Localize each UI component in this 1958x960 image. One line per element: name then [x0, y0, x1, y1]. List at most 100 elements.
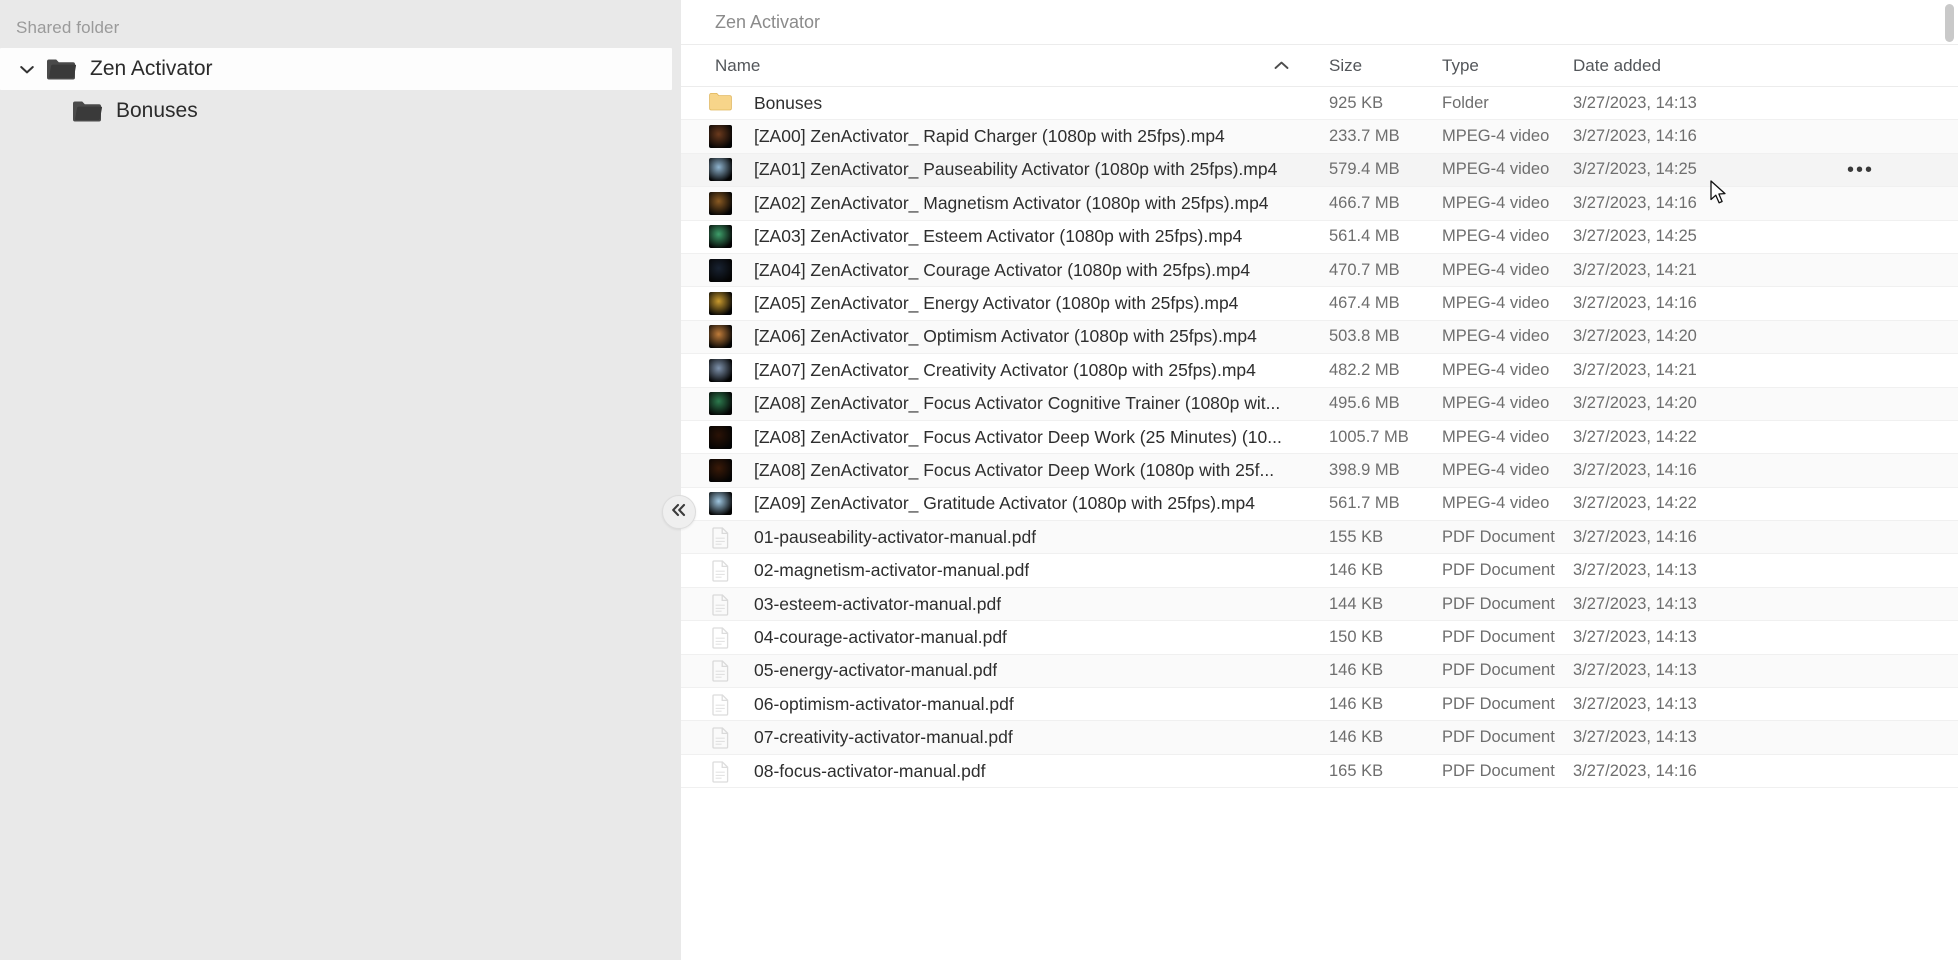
table-row[interactable]: 06-optimism-activator-manual.pdf 146 KB PD…	[681, 688, 1958, 722]
cell-name: 08-focus-activator-manual.pdf	[681, 760, 1329, 783]
table-row[interactable]: 08-focus-activator-manual.pdf 165 KB PDF D…	[681, 754, 1958, 789]
video-thumbnail	[709, 492, 732, 516]
table-row[interactable]: [ZA07] ZenActivator_ Creativity Activato…	[681, 354, 1958, 388]
table-row[interactable]: [ZA09] ZenActivator_ Gratitude Activator…	[681, 487, 1958, 522]
table-row[interactable]: [ZA01] ZenActivator_ Pauseability Activa…	[681, 153, 1958, 188]
table-row[interactable]: [ZA05] ZenActivator_ Energy Activator (1…	[681, 287, 1958, 321]
cell-date: 3/27/2023, 14:13	[1573, 561, 1697, 580]
table-row[interactable]: 01-pauseability-activator-manual.pdf 155 …	[681, 521, 1958, 555]
cell-date: 3/27/2023, 14:16	[1573, 761, 1697, 780]
table-row[interactable]: 02-magnetism-activator-manual.pdf 146 KB P…	[681, 554, 1958, 588]
row-actions: •••	[1823, 699, 1958, 709]
table-row[interactable]: [ZA08] ZenActivator_ Focus Activator Dee…	[681, 420, 1958, 455]
cell-size: 146 KB	[1329, 728, 1384, 747]
table-row[interactable]: [ZA08] ZenActivator_ Focus Activator Dee…	[681, 454, 1958, 488]
file-name: Bonuses	[754, 92, 823, 113]
file-name: [ZA08] ZenActivator_ Focus Activator Dee…	[754, 426, 1282, 447]
file-name: [ZA04] ZenActivator_ Courage Activator (…	[754, 259, 1251, 280]
video-thumbnail	[709, 425, 732, 449]
pdf-file-icon	[709, 526, 732, 549]
table-row[interactable]: [ZA06] ZenActivator_ Optimism Activator …	[681, 320, 1958, 355]
cell-name: 02-magnetism-activator-manual.pdf	[681, 559, 1329, 582]
table-row[interactable]: [ZA04] ZenActivator_ Courage Activator (…	[681, 253, 1958, 288]
cell-size: 146 KB	[1329, 694, 1384, 713]
cell-name: 04-courage-activator-manual.pdf	[681, 626, 1329, 649]
row-actions: •••	[1823, 532, 1958, 542]
file-name: 06-optimism-activator-manual.pdf	[754, 693, 1014, 714]
main-panel: Zen Activator Name Size Type Date added …	[681, 0, 1958, 960]
chevron-down-icon[interactable]	[14, 56, 40, 82]
row-actions: •••	[1823, 265, 1958, 275]
cell-type: MPEG-4 video	[1442, 260, 1550, 279]
cell-type: PDF Document	[1442, 661, 1555, 680]
cell-size: 467.4 MB	[1329, 294, 1400, 313]
cell-type: MPEG-4 video	[1442, 360, 1550, 379]
file-name: [ZA05] ZenActivator_ Energy Activator (1…	[754, 293, 1239, 314]
cell-name: [ZA08] ZenActivator_ Focus Activator Cog…	[681, 392, 1329, 416]
cell-size: 561.4 MB	[1329, 227, 1400, 246]
cell-name: [ZA08] ZenActivator_ Focus Activator Dee…	[681, 458, 1329, 482]
row-actions: •••	[1823, 299, 1958, 309]
table-row[interactable]: [ZA00] ZenActivator_ Rapid Charger (1080…	[681, 120, 1958, 154]
cell-size: 146 KB	[1329, 661, 1384, 680]
folder-icon	[46, 57, 76, 81]
row-actions: •••	[1823, 432, 1958, 442]
breadcrumb-current[interactable]: Zen Activator	[715, 12, 820, 33]
column-header-name[interactable]: Name	[681, 56, 1273, 76]
pdf-file-icon	[709, 593, 732, 616]
table-row[interactable]: 04-courage-activator-manual.pdf 150 KB PDF…	[681, 621, 1958, 655]
cell-date: 3/27/2023, 14:22	[1573, 494, 1697, 513]
file-name: 03-esteem-activator-manual.pdf	[754, 593, 1002, 614]
cell-name: Bonuses	[681, 92, 1329, 115]
cell-name: [ZA01] ZenActivator_ Pauseability Activa…	[681, 158, 1329, 182]
table-row[interactable]: [ZA03] ZenActivator_ Esteem Activator (1…	[681, 220, 1958, 254]
vertical-scrollbar-thumb[interactable]	[1945, 4, 1954, 42]
table-row[interactable]: Bonuses 925 KB Folder 3/27/2023, 14:13 •••	[681, 87, 1958, 121]
cell-type: MPEG-4 video	[1442, 127, 1550, 146]
cell-date: 3/27/2023, 14:25	[1573, 227, 1697, 246]
table-row[interactable]: [ZA08] ZenActivator_ Focus Activator Cog…	[681, 387, 1958, 421]
file-name: [ZA07] ZenActivator_ Creativity Activato…	[754, 359, 1256, 380]
cell-name: [ZA04] ZenActivator_ Courage Activator (…	[681, 258, 1329, 282]
sidebar-item-label: Zen Activator	[90, 57, 213, 80]
sort-indicator[interactable]	[1273, 56, 1329, 76]
cell-type: PDF Document	[1442, 594, 1555, 613]
cell-type: MPEG-4 video	[1442, 394, 1550, 413]
cell-type: PDF Document	[1442, 527, 1555, 546]
cell-size: 1005.7 MB	[1329, 427, 1409, 446]
column-header-type[interactable]: Type	[1442, 56, 1573, 76]
cell-date: 3/27/2023, 14:13	[1573, 93, 1697, 112]
cell-type: MPEG-4 video	[1442, 294, 1550, 313]
sidebar: Shared folder Zen Activator Bonuses	[0, 0, 696, 960]
cell-date: 3/27/2023, 14:13	[1573, 661, 1697, 680]
row-actions: •••	[1823, 98, 1958, 108]
column-header-date[interactable]: Date added	[1573, 56, 1823, 76]
sidebar-item-zen-activator[interactable]: Zen Activator	[0, 48, 672, 90]
cell-name: [ZA07] ZenActivator_ Creativity Activato…	[681, 358, 1329, 382]
cell-type: MPEG-4 video	[1442, 494, 1550, 513]
cell-type: MPEG-4 video	[1442, 193, 1550, 212]
row-actions: •••	[1823, 365, 1958, 375]
table-row[interactable]: 07-creativity-activator-manual.pdf 146 KB…	[681, 721, 1958, 755]
ellipsis-icon[interactable]: •••	[1847, 160, 1874, 180]
cell-size: 470.7 MB	[1329, 260, 1400, 279]
table-row[interactable]: [ZA02] ZenActivator_ Magnetism Activator…	[681, 187, 1958, 221]
sidebar-collapse-button[interactable]	[662, 495, 696, 529]
table-row[interactable]: 05-energy-activator-manual.pdf 146 KB PDF …	[681, 654, 1958, 689]
row-actions: •••	[1823, 733, 1958, 743]
pdf-file-icon	[709, 760, 732, 783]
column-header-size[interactable]: Size	[1329, 56, 1442, 76]
table-row[interactable]: 03-esteem-activator-manual.pdf 144 KB PDF …	[681, 587, 1958, 622]
file-name: [ZA02] ZenActivator_ Magnetism Activator…	[754, 192, 1269, 213]
row-actions: •••	[1823, 666, 1958, 676]
file-name: [ZA09] ZenActivator_ Gratitude Activator…	[754, 493, 1255, 514]
cell-size: 466.7 MB	[1329, 193, 1400, 212]
cell-date: 3/27/2023, 14:16	[1573, 527, 1697, 546]
row-actions: •••	[1823, 766, 1958, 776]
cell-date: 3/27/2023, 14:16	[1573, 127, 1697, 146]
cell-date: 3/27/2023, 14:13	[1573, 594, 1697, 613]
cell-date: 3/27/2023, 14:16	[1573, 294, 1697, 313]
pdf-file-icon	[709, 559, 732, 582]
sidebar-item-bonuses[interactable]: Bonuses	[0, 90, 681, 132]
cell-size: 144 KB	[1329, 594, 1384, 613]
